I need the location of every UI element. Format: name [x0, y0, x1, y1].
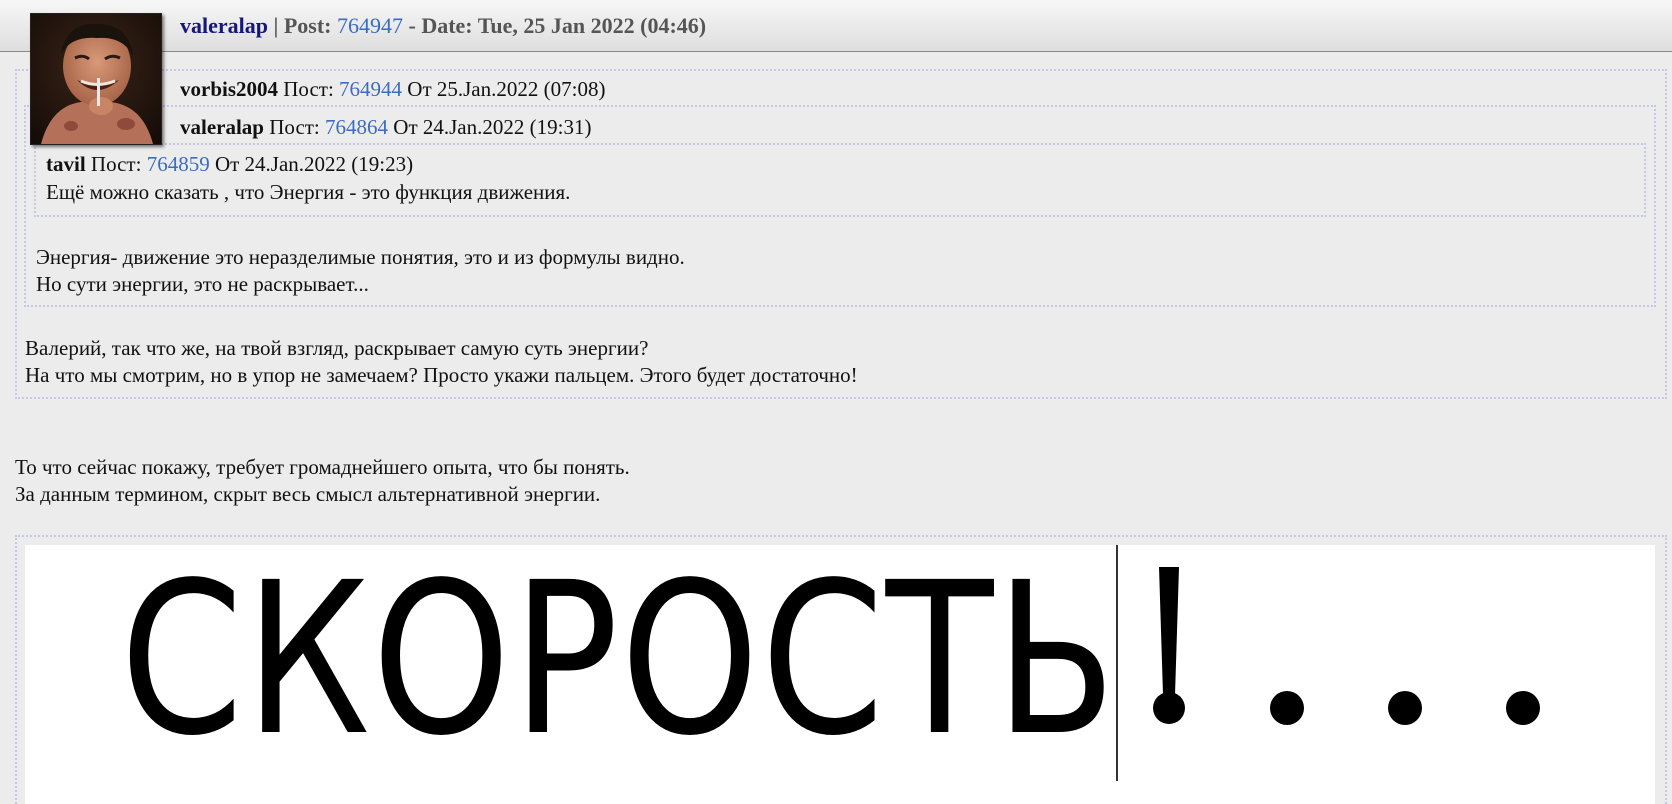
quote-post-number-link[interactable]: 764864 [325, 115, 388, 139]
quote-post-label: Пост: [264, 115, 326, 139]
text-line: Энергия- движение это неразделимые понят… [36, 245, 685, 269]
quote-author[interactable]: vorbis2004 [180, 77, 278, 101]
quote-post-label: Пост: [278, 77, 340, 101]
post-body-text: То что сейчас покажу, требует громаднейш… [15, 454, 630, 508]
quote-date: От 24.Jan.2022 (19:31) [388, 115, 592, 139]
quote-header-valeralap: valeralap Пост: 764864 От 24.Jan.2022 (1… [180, 114, 591, 140]
quote-post-number-link[interactable]: 764944 [339, 77, 402, 101]
text-line: Но сути энергии, это не раскрывает... [36, 272, 369, 296]
user-avatar[interactable] [30, 13, 162, 145]
post-number-link[interactable]: 764947 [337, 13, 403, 38]
post-header-text: valeralap | Post: 764947 - Date: Tue, 25… [180, 13, 706, 39]
quote-post-number-link[interactable]: 764859 [147, 152, 210, 176]
quote-author[interactable]: tavil [46, 152, 86, 176]
post-date: Tue, 25 Jan 2022 (04:46) [477, 13, 707, 38]
quote-header-vorbis2004: vorbis2004 Пост: 764944 От 25.Jan.2022 (… [180, 76, 605, 102]
quote-author[interactable]: valeralap [180, 115, 264, 139]
quote-text-tavil: Ещё можно сказать , что Энергия - это фу… [46, 180, 571, 204]
text-line: На что мы смотрим, но в упор не замечаем… [25, 363, 858, 387]
quote-text-vorbis2004: Валерий, так что же, на твой взгляд, рас… [25, 335, 858, 389]
post-author-link[interactable]: valeralap [180, 13, 268, 38]
avatar-photo [31, 14, 161, 144]
post-label: | Post: [268, 13, 337, 38]
post-date-label: - Date: [403, 13, 478, 38]
text-line: За данным термином, скрыт весь смысл аль… [15, 482, 601, 506]
post-header: valeralap | Post: 764947 - Date: Tue, 25… [0, 0, 1672, 52]
quote-header-tavil: tavil Пост: 764859 От 24.Jan.2022 (19:23… [46, 151, 413, 177]
quote-post-label: Пост: [85, 152, 147, 176]
image-word: СКОРОСТЬ [120, 545, 1118, 782]
text-line: Валерий, так что же, на твой взгляд, рас… [25, 336, 649, 360]
text-line: То что сейчас покажу, требует громаднейш… [15, 455, 630, 479]
exclamation-ellipsis-icon [1153, 567, 1540, 725]
text-cursor [1116, 545, 1118, 781]
quote-date: От 24.Jan.2022 (19:23) [209, 152, 414, 176]
quote-date: От 25.Jan.2022 (07:08) [402, 77, 606, 101]
post-image[interactable]: СКОРОСТЬ [25, 545, 1655, 804]
quote-text-valeralap: Энергия- движение это неразделимые понят… [36, 244, 685, 298]
